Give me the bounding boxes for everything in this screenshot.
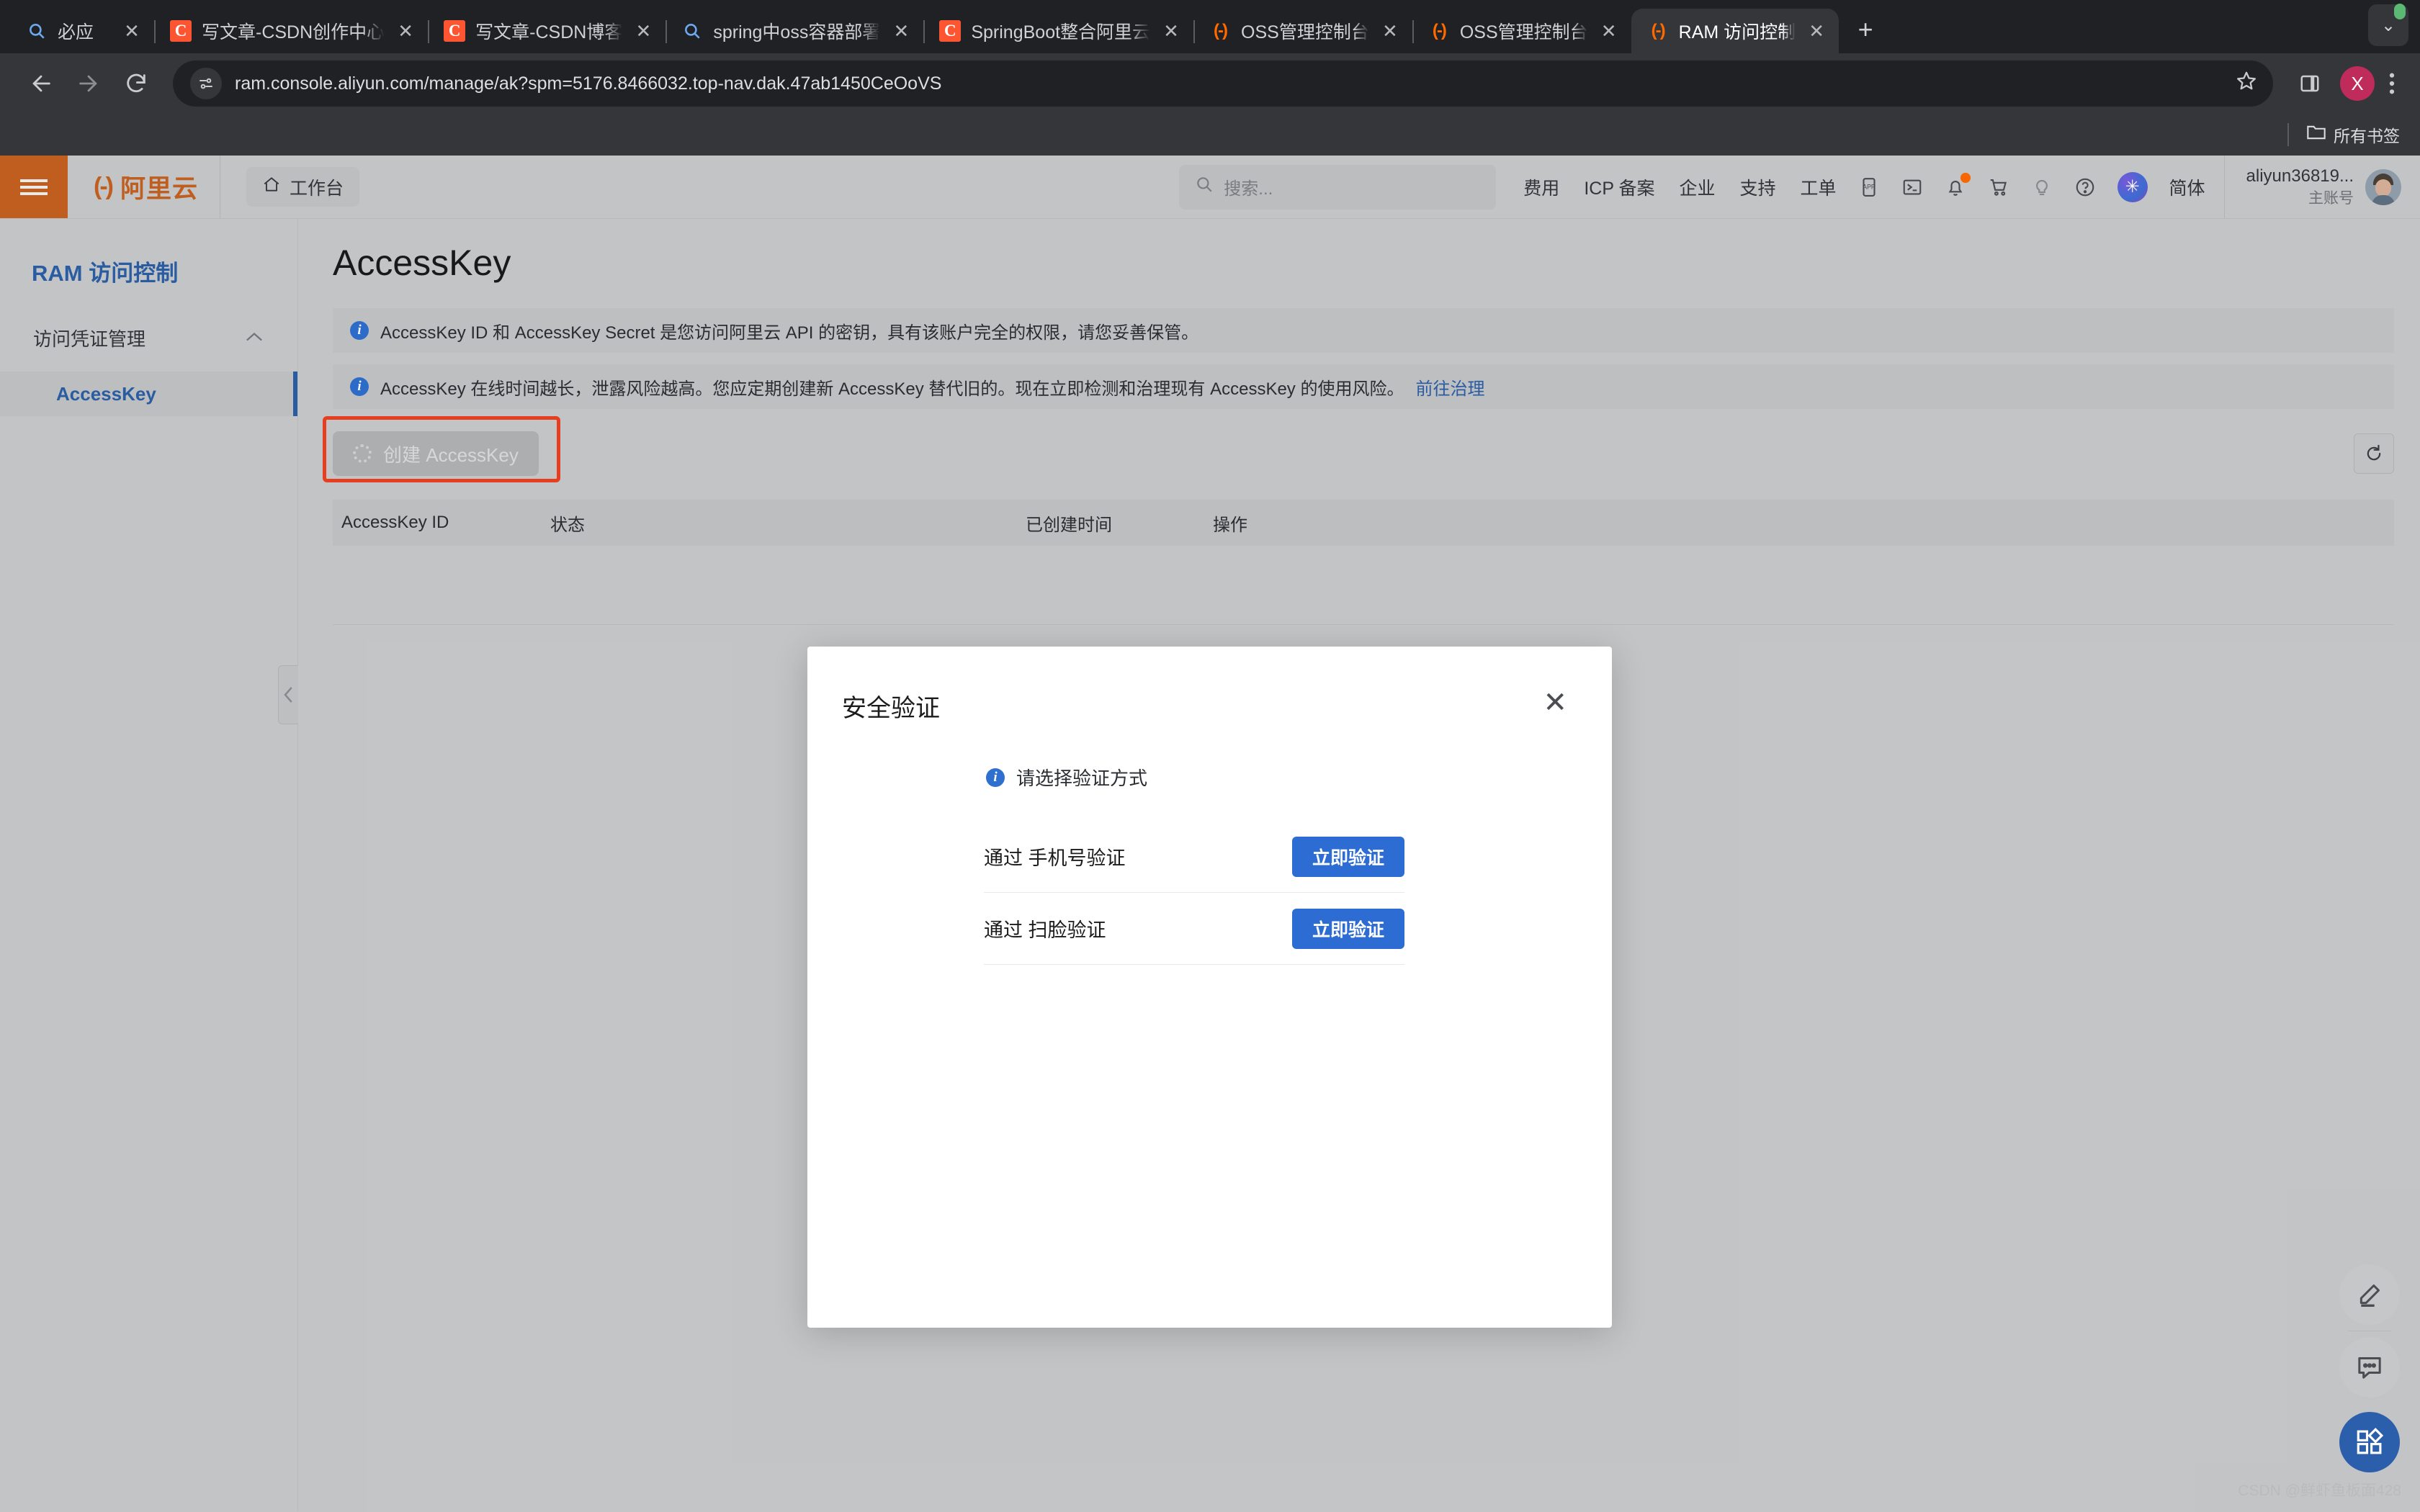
browser-toolbar: ram.console.aliyun.com/manage/ak?spm=517… bbox=[0, 53, 2420, 114]
all-bookmarks-label: 所有书签 bbox=[2334, 127, 2400, 145]
site-settings-icon[interactable] bbox=[190, 68, 222, 99]
modal-title: 安全验证 bbox=[842, 695, 940, 722]
pencil-icon[interactable] bbox=[2339, 1264, 2400, 1325]
browser-window: 必应 ✕ C 写文章-CSDN创作中心 ✕ C 写文章-CSDN博客 ✕ spr… bbox=[0, 0, 2420, 1512]
profile-avatar[interactable]: X bbox=[2334, 60, 2381, 107]
browser-tab[interactable]: C 写文章-CSDN创作中心 ✕ bbox=[154, 9, 430, 53]
address-bar[interactable]: ram.console.aliyun.com/manage/ak?spm=517… bbox=[173, 60, 2273, 107]
star-icon[interactable] bbox=[2236, 70, 2257, 97]
aliyun-icon: (-) bbox=[1432, 21, 1447, 40]
tab-title: OSS管理控制台 bbox=[1459, 22, 1588, 42]
verification-label: 通过 手机号验证 bbox=[984, 847, 1126, 869]
tab-close-icon[interactable]: ✕ bbox=[1598, 20, 1620, 42]
modal-body: i 请选择验证方式 通过 手机号验证 立即验证 通过 扫脸验证 立即验证 bbox=[807, 724, 1612, 965]
aliyun-icon: (-) bbox=[1214, 21, 1228, 40]
modal-header: 安全验证 ✕ bbox=[807, 647, 1612, 724]
feedback-icon[interactable] bbox=[2339, 1337, 2400, 1398]
url-text: ram.console.aliyun.com/manage/ak?spm=517… bbox=[235, 73, 942, 94]
tab-title: RAM 访问控制 bbox=[1678, 22, 1796, 42]
tab-close-icon[interactable]: ✕ bbox=[632, 20, 654, 42]
floating-action-rail bbox=[2335, 1264, 2404, 1472]
modal-hint-text: 请选择验证方式 bbox=[1016, 768, 1148, 789]
verify-now-button-phone[interactable]: 立即验证 bbox=[1291, 836, 1404, 877]
back-icon[interactable] bbox=[17, 60, 65, 107]
tab-close-icon[interactable]: ✕ bbox=[890, 20, 912, 42]
apps-grid-icon[interactable] bbox=[2339, 1412, 2400, 1472]
tab-close-icon[interactable]: ✕ bbox=[1160, 20, 1182, 42]
tab-title: 必应 bbox=[58, 22, 94, 42]
tab-title: OSS管理控制台 bbox=[1241, 22, 1369, 42]
browser-tab[interactable]: (-) OSS管理控制台 ✕ bbox=[1412, 9, 1633, 53]
bookmarks-divider bbox=[2287, 123, 2289, 146]
csdn-icon: C bbox=[444, 20, 466, 42]
verification-options: 通过 手机号验证 立即验证 通过 扫脸验证 立即验证 bbox=[984, 821, 1404, 965]
new-tab-button[interactable]: + bbox=[1846, 10, 1885, 49]
tab-strip: 必应 ✕ C 写文章-CSDN创作中心 ✕ C 写文章-CSDN博客 ✕ spr… bbox=[0, 0, 2420, 53]
tab-search-button[interactable]: ⌄ bbox=[2368, 4, 2408, 46]
profile-status-dot bbox=[2394, 4, 2406, 19]
aliyun-console: (-) 阿里云 工作台 搜索... 费用 ICP 备案 企业 支持 工单 APP… bbox=[0, 156, 2420, 1512]
tab-title: 写文章-CSDN创作中心 bbox=[202, 22, 385, 42]
watermark: CSDN @鲜虾鱼板面428 bbox=[2238, 1482, 2401, 1499]
browser-tab-active[interactable]: (-) RAM 访问控制 ✕ bbox=[1631, 9, 1839, 53]
tab-close-icon[interactable]: ✕ bbox=[121, 20, 143, 42]
forward-icon[interactable] bbox=[65, 60, 112, 107]
browser-tab[interactable]: 必应 ✕ bbox=[10, 9, 156, 53]
browser-tab[interactable]: C 写文章-CSDN博客 ✕ bbox=[428, 9, 668, 53]
security-verification-modal: 安全验证 ✕ i 请选择验证方式 通过 手机号验证 立即验证 通过 扫脸验证 立… bbox=[807, 647, 1612, 1328]
browser-tab[interactable]: spring中oss容器部署 ✕ bbox=[666, 9, 926, 53]
side-panel-icon[interactable] bbox=[2286, 60, 2334, 107]
tab-title: 写文章-CSDN博客 bbox=[475, 22, 623, 42]
chevron-down-icon: ⌄ bbox=[2380, 15, 2396, 35]
all-bookmarks-button[interactable]: 所有书签 bbox=[2306, 122, 2400, 147]
folder-icon bbox=[2306, 124, 2326, 145]
browser-tab[interactable]: (-) OSS管理控制台 ✕ bbox=[1193, 9, 1414, 53]
close-icon[interactable]: ✕ bbox=[1543, 688, 1567, 717]
profile-initial: X bbox=[2340, 66, 2375, 101]
tab-title: spring中oss容器部署 bbox=[713, 22, 881, 42]
modal-hint: i 请选择验证方式 bbox=[807, 764, 1612, 791]
tabstrip-right-controls: ⌄ bbox=[2368, 0, 2420, 53]
search-icon bbox=[681, 20, 703, 42]
verification-label: 通过 扫脸验证 bbox=[984, 919, 1106, 941]
search-icon bbox=[26, 20, 48, 42]
tab-close-icon[interactable]: ✕ bbox=[1806, 20, 1827, 42]
verification-option-phone: 通过 手机号验证 立即验证 bbox=[984, 821, 1404, 893]
aliyun-icon: (-) bbox=[1651, 21, 1666, 40]
reload-icon[interactable] bbox=[112, 60, 160, 107]
bookmarks-bar: 所有书签 bbox=[0, 114, 2420, 156]
kebab-menu-icon[interactable] bbox=[2381, 71, 2403, 96]
csdn-icon: C bbox=[170, 20, 192, 42]
tab-close-icon[interactable]: ✕ bbox=[1379, 20, 1401, 42]
verify-now-button-face[interactable]: 立即验证 bbox=[1291, 908, 1404, 949]
verification-option-face: 通过 扫脸验证 立即验证 bbox=[984, 893, 1404, 965]
tab-title: SpringBoot整合阿里云 bbox=[971, 22, 1151, 42]
browser-tab[interactable]: C SpringBoot整合阿里云 ✕ bbox=[923, 9, 1196, 53]
tab-close-icon[interactable]: ✕ bbox=[395, 20, 416, 42]
info-icon: i bbox=[986, 768, 1005, 787]
csdn-icon: C bbox=[939, 20, 962, 42]
